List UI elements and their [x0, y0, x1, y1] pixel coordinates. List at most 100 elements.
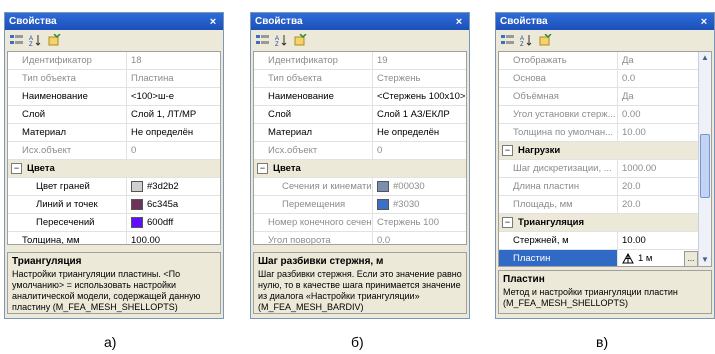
property-row[interactable]: Наименование <Стержень 100x10>	[254, 88, 466, 106]
property-pages-icon[interactable]	[293, 33, 308, 47]
property-value[interactable]: 1 м...	[617, 250, 699, 266]
property-value[interactable]: <Стержень 100x10>	[372, 88, 466, 105]
collapse-icon[interactable]: −	[11, 163, 22, 174]
property-row[interactable]: Материал Не определён	[8, 124, 220, 142]
property-value[interactable]: 10.00	[617, 232, 699, 249]
property-row[interactable]: Толщина, мм 100.00	[8, 232, 220, 244]
property-value[interactable]: <100>ш-е	[126, 88, 220, 105]
sort-az-icon[interactable]: AZ	[274, 33, 289, 47]
property-value[interactable]: 0	[372, 142, 466, 159]
property-value[interactable]: 20.0	[617, 196, 699, 213]
close-icon[interactable]: ×	[207, 16, 219, 28]
property-value[interactable]: 0.0	[617, 70, 699, 87]
property-row[interactable]: Идентификатор 18	[8, 52, 220, 70]
property-value-text: 0.0	[622, 73, 636, 84]
property-pages-icon[interactable]	[47, 33, 62, 47]
property-row[interactable]: Объёмная Да	[499, 88, 699, 106]
title-bar[interactable]: Свойства ×	[496, 13, 714, 30]
property-row[interactable]: Площадь, мм 20.0	[499, 196, 699, 214]
property-row[interactable]: Тип объекта Пластина	[8, 70, 220, 88]
property-value[interactable]: Да	[617, 88, 699, 105]
collapse-icon[interactable]: −	[257, 163, 268, 174]
property-row[interactable]: Слой Слой 1, ЛТ/МР	[8, 106, 220, 124]
property-value[interactable]: 6c345a	[126, 196, 220, 213]
sort-az-icon[interactable]: AZ	[28, 33, 43, 47]
category-row[interactable]: − Цвета	[254, 160, 466, 178]
property-value[interactable]: 0.00	[617, 106, 699, 123]
scroll-down-icon[interactable]: ▼	[699, 254, 711, 266]
property-row[interactable]: Сечения и кинематики #00030	[254, 178, 466, 196]
property-row[interactable]: Пересечений 600dff	[8, 214, 220, 232]
property-value[interactable]: Не определён	[372, 124, 466, 141]
property-value[interactable]: 0	[126, 142, 220, 159]
property-value[interactable]: 1000.00	[617, 160, 699, 177]
property-row[interactable]: Пластин 1 м...	[499, 250, 699, 266]
category-row[interactable]: − Триангуляция	[499, 214, 699, 232]
title-bar[interactable]: Свойства ×	[251, 13, 469, 30]
property-grid: Отображать Да Основа 0.0 Объёмная Да Угол уста…	[498, 51, 712, 267]
property-value[interactable]: Не определён	[126, 124, 220, 141]
property-row[interactable]: Тип объекта Стержень	[254, 70, 466, 88]
categorized-icon[interactable]	[9, 33, 24, 47]
vertical-scrollbar[interactable]: ▲ ▼	[698, 52, 711, 266]
title-bar[interactable]: Свойства ×	[5, 13, 223, 30]
property-value[interactable]: 19	[372, 52, 466, 69]
property-value[interactable]: 600dff	[126, 214, 220, 231]
property-row[interactable]: Стержней, м 10.00	[499, 232, 699, 250]
property-row[interactable]: Отображать Да	[499, 52, 699, 70]
category-label: − Триангуляция	[499, 214, 584, 231]
toolbar: AZ	[5, 30, 223, 50]
property-value[interactable]: Слой 1, ЛТ/МР	[126, 106, 220, 123]
svg-text:Z: Z	[520, 42, 524, 46]
property-value-text: 6c345a	[147, 199, 179, 210]
property-value[interactable]: 0.0	[372, 232, 466, 244]
property-row[interactable]: Длина пластин 20.0	[499, 178, 699, 196]
property-value[interactable]: Стержень	[372, 70, 466, 87]
scroll-thumb[interactable]	[700, 134, 710, 198]
property-row[interactable]: Шаг дискретизации, ... 1000.00	[499, 160, 699, 178]
property-row[interactable]: Материал Не определён	[254, 124, 466, 142]
property-value[interactable]: 18	[126, 52, 220, 69]
property-value[interactable]: #3030	[372, 196, 466, 213]
property-value[interactable]: #3d2b2	[126, 178, 220, 195]
property-row[interactable]: Угол установки стерж... 0.00	[499, 106, 699, 124]
property-row[interactable]: Толщина по умолчан... 10.00	[499, 124, 699, 142]
property-row[interactable]: Линий и точек 6c345a	[8, 196, 220, 214]
property-row[interactable]: Номер конечного сечения Стержень 100	[254, 214, 466, 232]
collapse-icon[interactable]: −	[502, 145, 513, 156]
caption-c: в)	[596, 334, 609, 350]
ellipsis-button[interactable]: ...	[684, 250, 698, 266]
property-pages-icon[interactable]	[538, 33, 553, 47]
category-text: Цвета	[273, 163, 301, 174]
property-value[interactable]: 10.00	[617, 124, 699, 141]
property-row[interactable]: Цвет граней #3d2b2	[8, 178, 220, 196]
property-row[interactable]: Наименование <100>ш-е	[8, 88, 220, 106]
property-value[interactable]: Да	[617, 52, 699, 69]
close-icon[interactable]: ×	[453, 16, 465, 28]
categorized-icon[interactable]	[500, 33, 515, 47]
property-value[interactable]: 20.0	[617, 178, 699, 195]
property-name: Сечения и кинематики	[282, 181, 372, 192]
property-row[interactable]: Идентификатор 19	[254, 52, 466, 70]
property-value[interactable]: 100.00	[126, 232, 220, 244]
property-row[interactable]: Перемещения #3030	[254, 196, 466, 214]
collapse-icon[interactable]: −	[502, 217, 513, 228]
property-value[interactable]: #00030	[372, 178, 466, 195]
property-value[interactable]: Стержень 100	[372, 214, 466, 231]
help-pane: Пластин Метод и настройки триангуляции п…	[498, 270, 712, 314]
property-row[interactable]: Угол поворота 0.0	[254, 232, 466, 244]
categorized-icon[interactable]	[255, 33, 270, 47]
close-icon[interactable]: ×	[698, 16, 710, 28]
property-row[interactable]: Слой Слой 1 АЗ/ЕКЛР	[254, 106, 466, 124]
scroll-up-icon[interactable]: ▲	[699, 52, 711, 64]
property-value-text: Да	[622, 55, 634, 66]
property-value-text: 0.00	[622, 109, 641, 120]
property-row[interactable]: Исх.объект 0	[8, 142, 220, 160]
property-value[interactable]: Пластина	[126, 70, 220, 87]
sort-az-icon[interactable]: AZ	[519, 33, 534, 47]
property-value[interactable]: Слой 1 АЗ/ЕКЛР	[372, 106, 466, 123]
category-row[interactable]: − Цвета	[8, 160, 220, 178]
property-row[interactable]: Основа 0.0	[499, 70, 699, 88]
category-row[interactable]: − Нагрузки	[499, 142, 699, 160]
property-row[interactable]: Исх.объект 0	[254, 142, 466, 160]
